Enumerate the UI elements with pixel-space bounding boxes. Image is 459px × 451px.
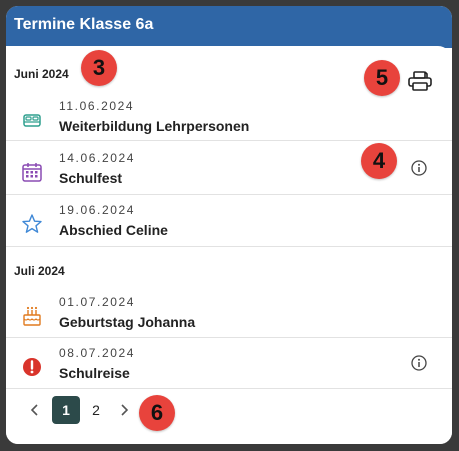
event-row[interactable]: 01.07.2024 Geburtstag Johanna [6,289,452,335]
info-icon[interactable] [411,355,427,371]
info-icon[interactable] [411,160,427,176]
annotation-badge-6: 6 [139,395,175,431]
annotation-badge-3: 3 [81,50,117,86]
event-date: 08.07.2024 [59,346,136,360]
month-divider [6,246,452,247]
event-name: Schulreise [59,365,130,381]
alert-icon [23,358,41,376]
calendar-icon [22,163,42,182]
events-list: Juni 2024 11.06.2024 Weiterbildung Lehrp… [6,46,452,444]
event-row[interactable]: 11.06.2024 Weiterbildung Lehrpersonen [6,93,452,139]
event-row[interactable]: 08.07.2024 Schulreise [6,340,452,386]
event-name: Schulfest [59,170,123,186]
row-divider [6,140,452,141]
annotation-badge-5: 5 [364,60,400,96]
event-date: 14.06.2024 [59,151,136,165]
row-divider [6,194,452,195]
event-date: 19.06.2024 [59,203,136,217]
row-divider [6,388,452,389]
event-name: Abschied Celine [59,222,168,238]
page-2-button[interactable]: 2 [82,396,110,424]
print-icon[interactable] [407,70,433,92]
event-date: 11.06.2024 [59,99,135,113]
cake-icon [23,306,41,326]
row-divider [6,337,452,338]
event-row[interactable]: 19.06.2024 Abschied Celine [6,197,452,243]
card-title: Termine Klasse 6a [14,16,154,33]
card-header: Termine Klasse 6a [6,6,452,48]
pagination: 1 2 [6,392,452,432]
chevron-left-icon[interactable] [29,403,41,417]
annotation-badge-4: 4 [361,143,397,179]
page-1-button[interactable]: 1 [52,396,80,424]
event-name: Weiterbildung Lehrpersonen [59,118,250,134]
event-date: 01.07.2024 [59,295,136,309]
event-name: Geburtstag Johanna [59,314,196,330]
month-label-june: Juni 2024 [14,67,69,81]
month-label-july: Juli 2024 [14,264,65,278]
star-icon [22,214,42,233]
chevron-right-icon[interactable] [118,403,130,417]
bed-icon [23,114,41,127]
